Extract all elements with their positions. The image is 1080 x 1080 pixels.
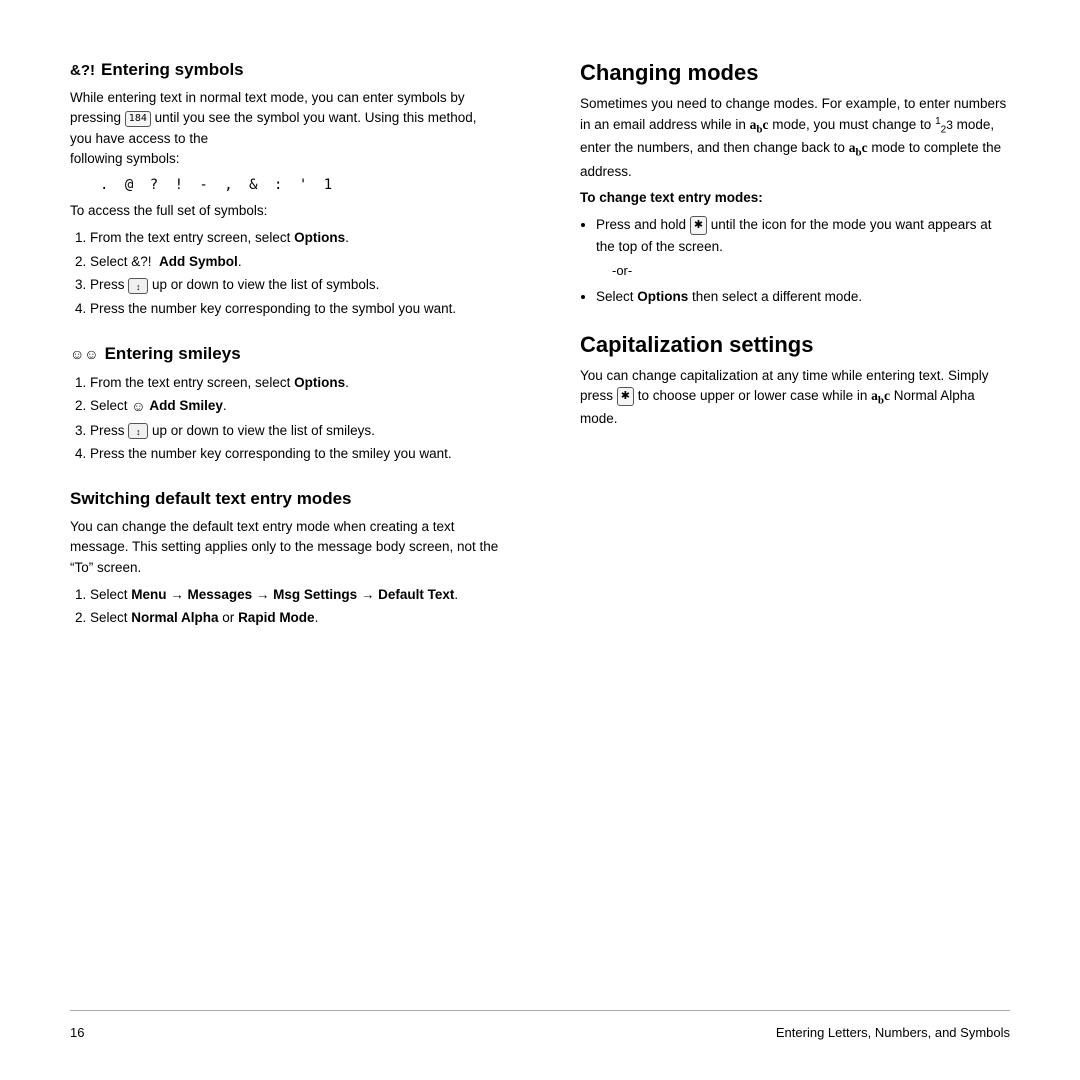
- switching-steps-list: Select Menu → Messages → Msg Settings → …: [90, 584, 500, 629]
- section-changing-modes: Changing modes Sometimes you need to cha…: [580, 60, 1010, 308]
- symbols-step-4: Press the number key corresponding to th…: [90, 298, 500, 320]
- smileys-steps-list: From the text entry screen, select Optio…: [90, 372, 500, 465]
- section-entering-symbols: &?! Entering symbols While entering text…: [70, 60, 500, 320]
- changing-modes-bullet-2: Select Options then select a different m…: [596, 286, 1010, 308]
- nav-scroll-icon: ↕: [128, 278, 148, 294]
- page: &?! Entering symbols While entering text…: [0, 0, 1080, 1080]
- section-capitalization: Capitalization settings You can change c…: [580, 332, 1010, 430]
- changing-modes-intro: Sometimes you need to change modes. For …: [580, 94, 1010, 182]
- symbols-display: . @ ? ! - , & : ' 1: [100, 177, 500, 193]
- symbols-steps-list: From the text entry screen, select Optio…: [90, 227, 500, 319]
- change-modes-label: To change text entry modes:: [580, 188, 1010, 208]
- symbols-section-icon: &?!: [70, 62, 95, 79]
- symbols-step-2: Select &?! Add Symbol.: [90, 251, 500, 273]
- section-title-switching: Switching default text entry modes: [70, 489, 500, 509]
- changing-modes-bullet-1: Press and hold ✱ until the icon for the …: [596, 214, 1010, 282]
- page-number: 16: [70, 1025, 84, 1040]
- switching-step-2: Select Normal Alpha or Rapid Mode.: [90, 607, 500, 629]
- smileys-step-1: From the text entry screen, select Optio…: [90, 372, 500, 394]
- abc-mode-label: abc: [750, 117, 769, 132]
- changing-modes-bullets: Press and hold ✱ until the icon for the …: [596, 214, 1010, 308]
- smileys-title: Entering smileys: [105, 344, 241, 364]
- footer: 16 Entering Letters, Numbers, and Symbol…: [70, 1017, 1010, 1040]
- footer-divider: [70, 1010, 1010, 1011]
- smiley-section-icon: ☺☺: [70, 346, 99, 362]
- section-title-symbols: &?! Entering symbols: [70, 60, 500, 80]
- section-switching-modes: Switching default text entry modes You c…: [70, 489, 500, 629]
- capitalization-intro: You can change capitalization at any tim…: [580, 366, 1010, 430]
- 123-mode-label: 123: [935, 118, 953, 132]
- star-key-icon: ✱: [690, 216, 707, 236]
- switching-step-1: Select Menu → Messages → Msg Settings → …: [90, 584, 500, 606]
- switching-intro: You can change the default text entry mo…: [70, 517, 500, 578]
- footer-right-text: Entering Letters, Numbers, and Symbols: [776, 1025, 1010, 1040]
- or-line: -or-: [612, 261, 1010, 282]
- full-set-label: To access the full set of symbols:: [70, 201, 500, 221]
- nav-scroll-icon2: ↕: [128, 423, 148, 439]
- smileys-step-2: Select ☺ Add Smiley.: [90, 395, 500, 418]
- symbols-step-3: Press ↕ up or down to view the list of s…: [90, 274, 500, 296]
- abc-mode-label3: abc: [871, 388, 890, 403]
- section-title-capitalization: Capitalization settings: [580, 332, 1010, 358]
- smiley-inline-icon: ☺: [131, 398, 145, 414]
- symbols-intro-text: While entering text in normal text mode,…: [70, 88, 500, 169]
- content-area: &?! Entering symbols While entering text…: [70, 60, 1010, 1000]
- section-title-smileys: ☺☺ Entering smileys: [70, 344, 500, 364]
- symbols-title: Entering symbols: [101, 60, 244, 80]
- symbols-step-1: From the text entry screen, select Optio…: [90, 227, 500, 249]
- left-column: &?! Entering symbols While entering text…: [70, 60, 520, 1000]
- section-entering-smileys: ☺☺ Entering smileys From the text entry …: [70, 344, 500, 465]
- right-column: Changing modes Sometimes you need to cha…: [560, 60, 1010, 1000]
- smileys-step-4: Press the number key corresponding to th…: [90, 443, 500, 465]
- star-key-icon2: ✱: [617, 387, 634, 406]
- abc-mode-label2: abc: [849, 140, 868, 155]
- smileys-step-3: Press ↕ up or down to view the list of s…: [90, 420, 500, 442]
- sym-key-icon: 184: [125, 111, 151, 127]
- switching-title: Switching default text entry modes: [70, 489, 352, 509]
- section-title-changing-modes: Changing modes: [580, 60, 1010, 86]
